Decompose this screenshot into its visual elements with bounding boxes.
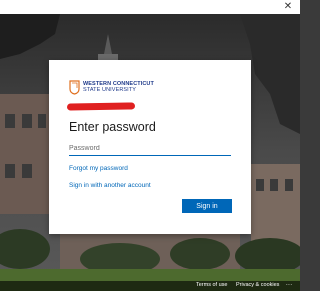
terms-link[interactable]: Terms of use xyxy=(196,282,227,288)
password-field[interactable] xyxy=(69,142,231,156)
signin-card: WESTERN CONNECTICUT STATE UNIVERSITY Ent… xyxy=(49,60,251,234)
university-logo: WESTERN CONNECTICUT STATE UNIVERSITY xyxy=(69,79,154,95)
signin-button[interactable]: Sign in xyxy=(182,199,232,213)
privacy-link[interactable]: Privacy & cookies xyxy=(236,282,279,288)
university-logo-icon xyxy=(69,79,80,95)
footer: Terms of use Privacy & cookies ... xyxy=(0,281,300,291)
window-titlebar: ✕ xyxy=(0,0,300,14)
more-options-button[interactable]: ... xyxy=(286,281,293,287)
redacted-username xyxy=(66,102,136,111)
page-title: Enter password xyxy=(69,120,156,134)
logo-line2: STATE UNIVERSITY xyxy=(83,87,137,93)
close-icon[interactable]: ✕ xyxy=(282,1,294,13)
forgot-password-link[interactable]: Forgot my password xyxy=(69,165,128,172)
other-account-link[interactable]: Sign in with another account xyxy=(69,182,151,189)
